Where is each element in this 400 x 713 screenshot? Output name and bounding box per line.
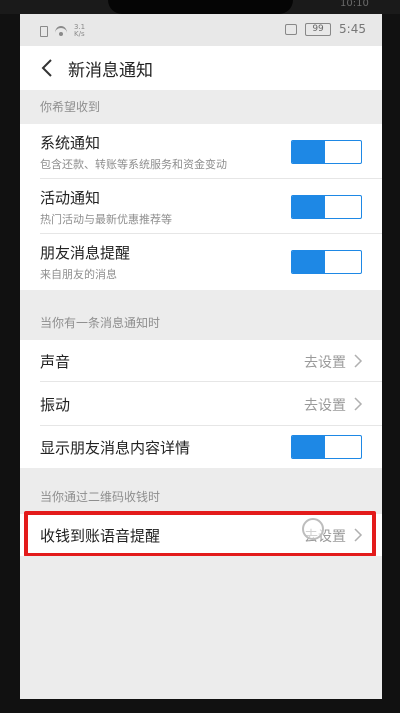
row-value: 去设置 (304, 398, 346, 414)
row-subtitle: 热门活动与最新优惠推荐等 (40, 213, 172, 226)
app-bar: 新消息通知 (20, 46, 382, 90)
network-speed: 3.1 K/s (74, 23, 86, 38)
system-notice-toggle[interactable] (291, 140, 362, 164)
chevron-left-icon[interactable] (36, 56, 60, 80)
clock: 5:45 (339, 22, 366, 36)
row-title: 振动 (40, 396, 71, 414)
row-subtitle: 包含还款、转账等系统服务和资金变动 (40, 158, 227, 171)
phone-frame: 10:10 3.1 K/s 99 5:45 新消息通知 你希望收到 系统通知 包… (0, 0, 400, 713)
page-title: 新消息通知 (68, 61, 153, 81)
battery-icon: 99 (305, 22, 332, 36)
toggle-fill (292, 141, 326, 163)
row-friend-message[interactable]: 朋友消息提醒 来自朋友的消息 (20, 234, 382, 290)
toggle-fill (292, 251, 326, 273)
vibrate-icon (285, 23, 298, 35)
row-vibration[interactable]: 振动 去设置 (20, 382, 382, 426)
section-header-on-notice: 当你有一条消息通知时 (20, 306, 382, 340)
screen: 3.1 K/s 99 5:45 新消息通知 你希望收到 系统通知 包含还款、转账… (20, 14, 382, 699)
section-header-receive: 你希望收到 (20, 90, 382, 124)
row-title: 活动通知 (40, 189, 101, 207)
chevron-right-icon (354, 397, 363, 411)
row-title: 显示朋友消息内容详情 (40, 439, 191, 457)
row-title: 收钱到账语音提醒 (40, 527, 161, 545)
row-sound[interactable]: 声音 去设置 (20, 340, 382, 382)
row-system-notice[interactable]: 系统通知 包含还款、转账等系统服务和资金变动 (20, 124, 382, 179)
row-subtitle: 来自朋友的消息 (40, 268, 117, 281)
status-bar: 3.1 K/s 99 5:45 (20, 14, 382, 46)
row-value: 去设置 (304, 355, 346, 371)
row-title: 朋友消息提醒 (40, 244, 131, 262)
section-header-qr-collect: 当你通过二维码收钱时 (20, 480, 382, 514)
show-friend-detail-toggle[interactable] (291, 435, 362, 459)
toggle-fill (292, 436, 326, 458)
row-show-friend-detail[interactable]: 显示朋友消息内容详情 (20, 426, 382, 468)
touch-indicator (302, 518, 324, 540)
toggle-fill (292, 196, 326, 218)
chevron-right-icon (354, 354, 363, 368)
row-title: 声音 (40, 353, 71, 371)
activity-notice-toggle[interactable] (291, 195, 362, 219)
sim-card-icon (40, 25, 48, 37)
chevron-right-icon (354, 528, 363, 542)
ghost-time: 10:10 (340, 0, 369, 9)
wifi-icon (54, 26, 68, 36)
screen-bottom (20, 556, 382, 699)
friend-message-toggle[interactable] (291, 250, 362, 274)
row-title: 系统通知 (40, 134, 101, 152)
row-payment-voice-alert[interactable]: 收钱到账语音提醒 去设置 (20, 514, 382, 556)
phone-notch (108, 0, 293, 14)
row-activity-notice[interactable]: 活动通知 热门活动与最新优惠推荐等 (20, 179, 382, 234)
